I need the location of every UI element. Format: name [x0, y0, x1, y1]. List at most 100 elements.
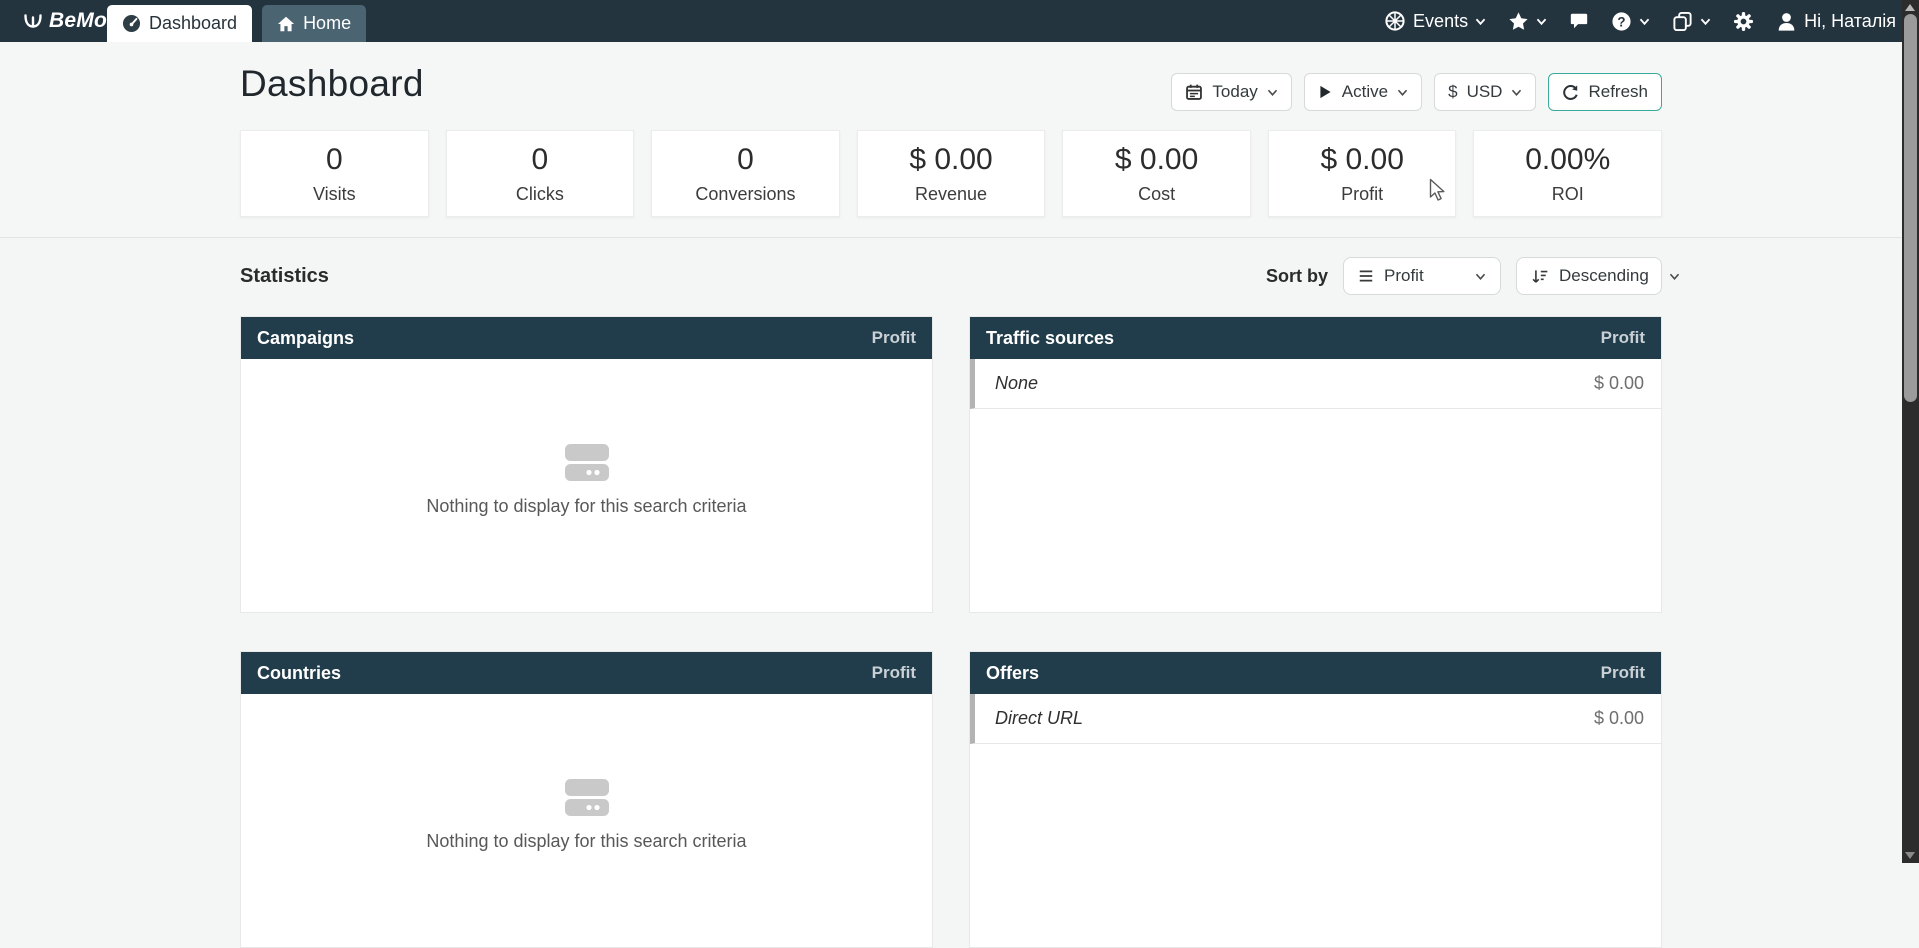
card-conversions: 0 Conversions: [651, 130, 840, 217]
panel-value-column: Profit: [1601, 663, 1645, 683]
page-title: Dashboard: [240, 63, 424, 105]
vertical-scrollbar[interactable]: [1902, 0, 1919, 863]
favorites-menu[interactable]: [1508, 11, 1547, 32]
card-label: ROI: [1552, 184, 1584, 205]
database-icon: [564, 778, 610, 818]
tab-dashboard[interactable]: Dashboard: [107, 5, 252, 42]
table-row[interactable]: Direct URL $ 0.00: [970, 694, 1661, 744]
svg-text:?: ?: [1617, 14, 1625, 29]
row-name: Direct URL: [995, 708, 1083, 729]
empty-state-text: Nothing to display for this search crite…: [426, 831, 746, 852]
panel-value-column: Profit: [1601, 328, 1645, 348]
mouse-cursor: [1429, 178, 1451, 202]
status-filter-label: Active: [1342, 82, 1388, 102]
card-value: $ 0.00: [909, 143, 992, 177]
sort-order-dropdown[interactable]: Descending: [1516, 257, 1662, 295]
sort-descending-icon: [1531, 268, 1549, 285]
chevron-down-icon: [1397, 88, 1408, 97]
panel-header: Traffic sources Profit: [970, 317, 1661, 359]
user-icon: [1776, 11, 1797, 32]
card-value: 0: [737, 143, 754, 177]
sort-order-value: Descending: [1559, 266, 1649, 286]
dashboard-header-section: Dashboard Today Active: [0, 42, 1902, 238]
dollar-icon: $: [1448, 82, 1457, 102]
card-label: Clicks: [516, 184, 564, 205]
card-profit: $ 0.00 Profit: [1268, 130, 1457, 217]
tab-label: Dashboard: [149, 13, 237, 34]
refresh-button[interactable]: Refresh: [1548, 73, 1662, 111]
chevron-down-icon: [1475, 17, 1486, 26]
panel-value-column: Profit: [872, 663, 916, 683]
summary-cards: 0 Visits 0 Clicks 0 Conversions $ 0.00 R…: [240, 130, 1662, 217]
copy-pages-icon: [1672, 11, 1693, 32]
currency-label: USD: [1467, 82, 1503, 102]
card-clicks: 0 Clicks: [446, 130, 635, 217]
workspaces-menu[interactable]: [1672, 11, 1711, 32]
panel-value-column: Profit: [872, 328, 916, 348]
user-menu[interactable]: Hi, Наталія: [1776, 11, 1896, 32]
statistics-section: Statistics Sort by Profit: [0, 239, 1902, 948]
table-row[interactable]: None $ 0.00: [970, 359, 1661, 409]
card-roi: 0.00% ROI: [1473, 130, 1662, 217]
date-range-button[interactable]: Today: [1171, 73, 1291, 111]
card-label: Conversions: [695, 184, 795, 205]
status-filter-button[interactable]: Active: [1304, 73, 1422, 111]
refresh-label: Refresh: [1588, 82, 1648, 102]
card-revenue: $ 0.00 Revenue: [857, 130, 1046, 217]
database-icon: [564, 443, 610, 483]
empty-state: Nothing to display for this search crite…: [241, 694, 932, 947]
card-cost: $ 0.00 Cost: [1062, 130, 1251, 217]
scroll-up-arrow-icon[interactable]: [1905, 4, 1915, 11]
home-icon: [277, 15, 295, 33]
help-menu[interactable]: ?: [1611, 11, 1650, 32]
card-label: Visits: [313, 184, 356, 205]
card-value: $ 0.00: [1115, 143, 1198, 177]
statistics-panels: Campaigns Profit Nothing: [240, 316, 1662, 948]
card-value: 0.00%: [1525, 143, 1610, 177]
panel-countries: Countries Profit Nothing: [240, 651, 933, 948]
empty-state: Nothing to display for this search crite…: [241, 359, 932, 612]
header-toolbar: Today Active $ USD: [1171, 73, 1662, 111]
bemob-leaf-icon: [22, 10, 44, 32]
nav-tabs: Dashboard Home: [107, 5, 366, 42]
panel-title: Campaigns: [257, 328, 354, 349]
empty-state-text: Nothing to display for this search crite…: [426, 496, 746, 517]
card-label: Revenue: [915, 184, 987, 205]
card-label: Profit: [1341, 184, 1383, 205]
play-icon: [1318, 84, 1333, 100]
events-label: Events: [1413, 11, 1468, 32]
scroll-down-arrow-icon[interactable]: [1905, 852, 1915, 859]
top-navbar: BeMob Dashboard Home: [0, 0, 1902, 42]
chevron-down-icon: [1639, 17, 1650, 26]
panel-header: Campaigns Profit: [241, 317, 932, 359]
gear-icon: [1733, 11, 1754, 32]
settings-button[interactable]: [1733, 11, 1754, 32]
user-greeting: Hi, Наталія: [1804, 11, 1896, 32]
sort-field-dropdown[interactable]: Profit: [1343, 257, 1501, 295]
panel-title: Countries: [257, 663, 341, 684]
star-icon: [1508, 11, 1529, 32]
feedback-button[interactable]: [1569, 11, 1589, 31]
brand-logo[interactable]: BeMob: [22, 0, 120, 42]
panel-campaigns: Campaigns Profit Nothing: [240, 316, 933, 613]
panel-traffic-sources: Traffic sources Profit None $ 0.00: [969, 316, 1662, 613]
panel-header: Offers Profit: [970, 652, 1661, 694]
menu-icon: [1358, 269, 1374, 283]
card-value: $ 0.00: [1320, 143, 1403, 177]
help-icon: ?: [1611, 11, 1632, 32]
scrollbar-thumb[interactable]: [1904, 14, 1917, 402]
chat-icon: [1569, 11, 1589, 31]
chevron-down-icon: [1475, 272, 1486, 281]
navbar-right-menu: Events ?: [1384, 0, 1896, 42]
tab-home[interactable]: Home: [262, 5, 366, 42]
calendar-icon: [1185, 83, 1203, 101]
row-name: None: [995, 373, 1038, 394]
dashboard-gauge-icon: [122, 14, 141, 33]
panel-offers: Offers Profit Direct URL $ 0.00: [969, 651, 1662, 948]
events-icon: [1384, 10, 1406, 32]
card-visits: 0 Visits: [240, 130, 429, 217]
events-menu[interactable]: Events: [1384, 10, 1486, 32]
currency-button[interactable]: $ USD: [1434, 73, 1536, 111]
chevron-down-icon: [1267, 88, 1278, 97]
row-value: $ 0.00: [1594, 708, 1644, 729]
